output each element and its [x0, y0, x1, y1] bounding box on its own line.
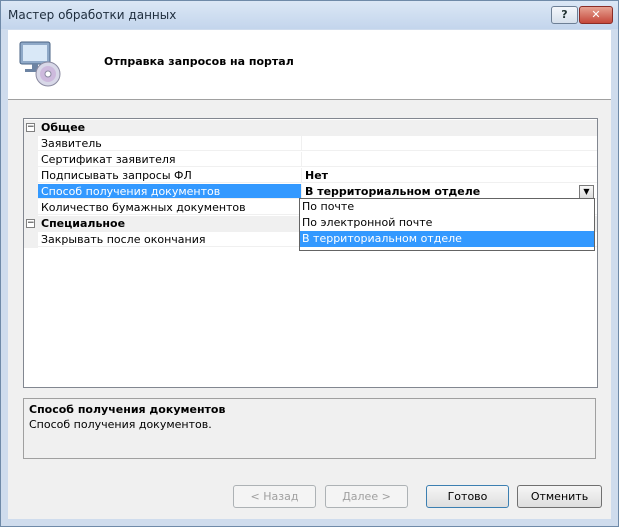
dropdown-option[interactable]: По почте: [300, 199, 594, 215]
property-value[interactable]: [301, 152, 597, 167]
property-value-editor[interactable]: В территориальном отделе: [301, 184, 597, 199]
dropdown-arrow-icon[interactable]: ▼: [579, 185, 594, 199]
collapse-icon[interactable]: −: [26, 123, 35, 132]
property-name: Способ получения документов: [38, 184, 301, 199]
window-title: Мастер обработки данных: [8, 8, 177, 22]
property-name: Закрывать после окончания: [38, 232, 301, 247]
close-button[interactable]: ✕: [579, 6, 613, 24]
grid-gutter: [24, 168, 38, 184]
property-name: Заявитель: [38, 136, 301, 151]
wizard-window: Мастер обработки данных ? ✕ Отправка зап…: [0, 0, 619, 527]
property-name: Подписывать запросы ФЛ: [38, 168, 301, 183]
back-button[interactable]: < Назад: [233, 485, 316, 508]
title-bar: Мастер обработки данных ? ✕: [1, 1, 618, 29]
dropdown-option[interactable]: По электронной почте: [300, 215, 594, 231]
help-button[interactable]: ?: [551, 6, 578, 24]
finish-button[interactable]: Готово: [426, 485, 509, 508]
dropdown-option-selected[interactable]: В территориальном отделе: [300, 231, 594, 247]
property-grid[interactable]: − Общее Заявитель Сертификат заявителя П…: [23, 118, 598, 388]
property-name: Количество бумажных документов: [38, 200, 301, 215]
grid-gutter: [24, 232, 38, 248]
category-general[interactable]: − Общее: [24, 120, 597, 136]
page-title: Отправка запросов на портал: [104, 55, 294, 68]
grid-gutter: [24, 152, 38, 168]
category-label: Общее: [38, 120, 597, 135]
description-text: Способ получения документов.: [29, 418, 212, 431]
property-value[interactable]: [301, 136, 597, 151]
property-row[interactable]: Заявитель: [24, 136, 597, 152]
cancel-button[interactable]: Отменить: [517, 485, 602, 508]
property-row[interactable]: Сертификат заявителя: [24, 152, 597, 168]
wizard-client-area: Отправка запросов на портал − Общее Заяв…: [8, 30, 611, 519]
description-panel: Способ получения документов Способ получ…: [23, 398, 596, 459]
dropdown-list[interactable]: По почте По электронной почте В территор…: [299, 198, 595, 251]
wizard-header: Отправка запросов на портал: [8, 30, 611, 100]
property-name: Сертификат заявителя: [38, 152, 301, 167]
next-button[interactable]: Далее >: [325, 485, 408, 508]
grid-gutter: [24, 200, 38, 216]
grid-gutter: [24, 184, 38, 200]
description-title: Способ получения документов: [29, 403, 226, 416]
property-value[interactable]: Нет: [301, 168, 597, 183]
collapse-icon[interactable]: −: [26, 219, 35, 228]
computer-disc-icon: [19, 41, 61, 87]
property-row[interactable]: Подписывать запросы ФЛ Нет: [24, 168, 597, 184]
grid-gutter: [24, 136, 38, 152]
